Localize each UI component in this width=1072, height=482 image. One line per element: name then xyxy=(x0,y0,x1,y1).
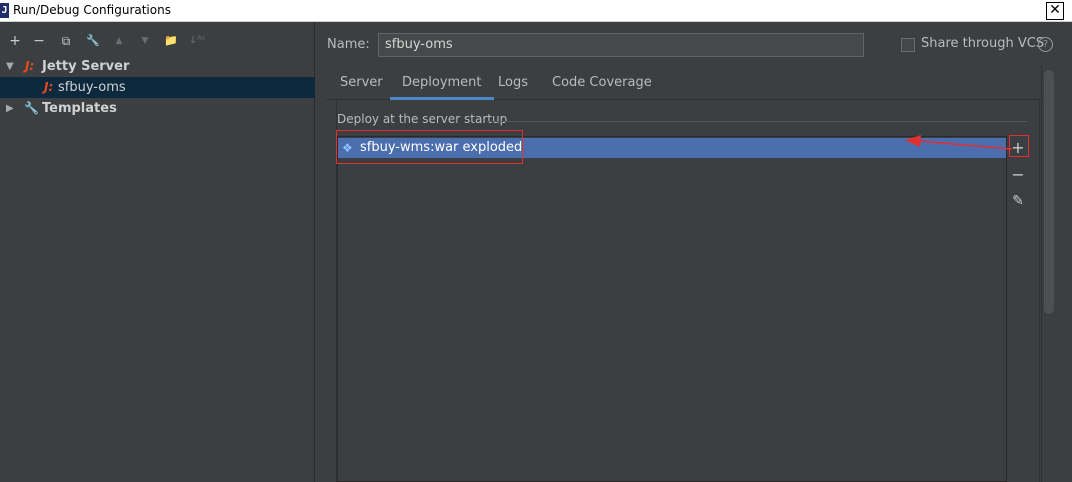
annotation-arrow-head xyxy=(905,135,921,147)
annotation-arrow-line xyxy=(917,140,1013,150)
annotation-arrow xyxy=(905,135,1013,150)
